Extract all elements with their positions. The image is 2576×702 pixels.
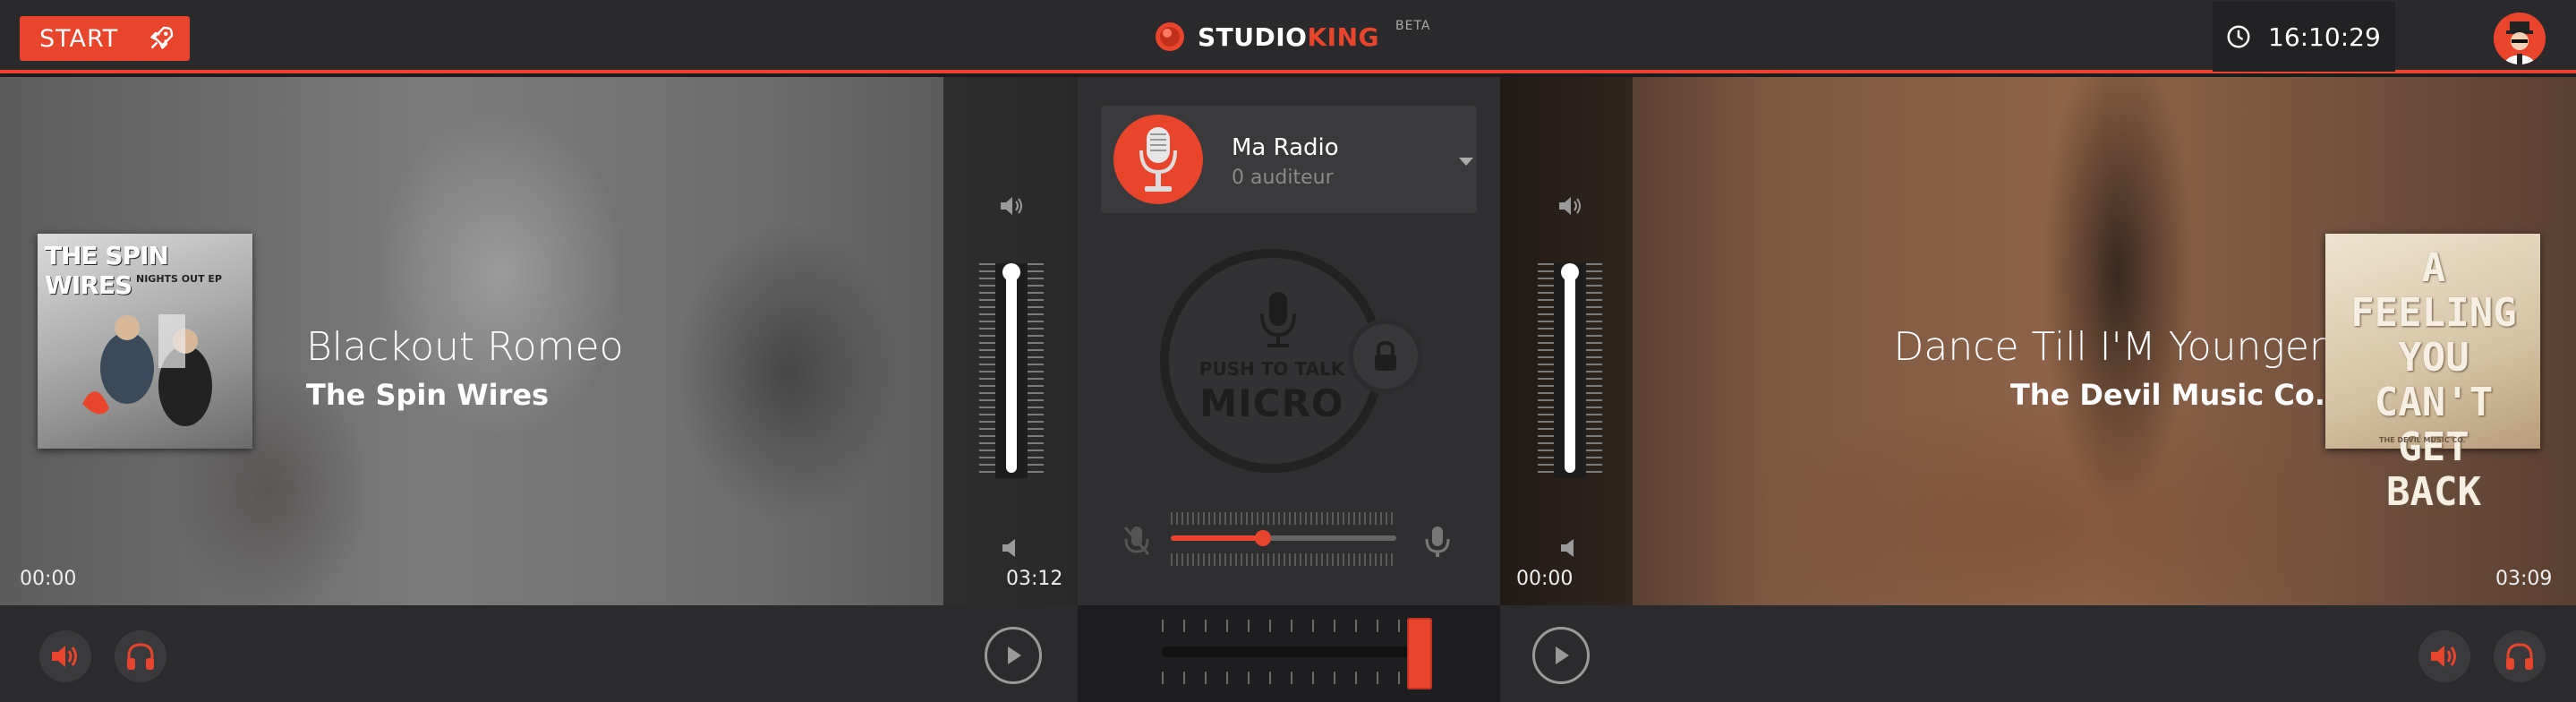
volume-high-icon [1559,197,1581,215]
center-panel: Ma Radio 0 auditeur PUSH TO TALK MICRO [1078,77,1500,702]
radio-mic-badge [1113,115,1203,204]
rocket-icon [150,26,174,49]
volume-low-icon [1002,539,1015,557]
play-icon [1008,646,1021,664]
deck-a: THE SPIN WIRES NIGHTS OUT EP Blackout Ro… [0,77,1078,605]
mic-volume-slider[interactable] [1119,507,1459,569]
crossfader-knob[interactable] [1407,618,1432,689]
deck-a-play-button[interactable] [985,627,1042,684]
speaker-icon [2431,646,2456,667]
deck-b: Dance Till I'M Younger The Devil Music C… [1500,77,2576,605]
deck-b-play-button[interactable] [1532,627,1590,684]
deck-a-artist: The Spin Wires [306,378,550,412]
ptt-micro-label: MICRO [1199,381,1344,425]
microphone-icon [1260,292,1296,347]
avatar-icon [2494,13,2546,64]
app-logo: STUDIOKING BETA [1153,19,1431,54]
deck-b-cover-subtitle: THE DEVIL MUSIC CO. [2379,436,2466,444]
beta-badge: BETA [1395,19,1431,33]
deck-a-controls [0,605,1078,702]
deck-b-volume-slider[interactable] [1534,193,1606,578]
deck-b-volume-knob[interactable] [1561,263,1579,281]
clock-time: 16:10:29 [2268,21,2381,52]
deck-a-cover-title: THE SPIN WIRES [45,241,169,300]
deck-b-controls [1500,605,2576,702]
deck-b-cover-title: A FEELING YOU CAN'T GET BACK [2350,245,2517,515]
deck-a-volume-knob[interactable] [1002,263,1020,281]
deck-a-speaker-button[interactable] [39,630,91,682]
crossfader[interactable] [1078,605,1500,702]
ptt-label: PUSH TO TALK [1198,358,1345,380]
caret-down-icon[interactable] [1459,158,1473,166]
volume-low-icon [1561,539,1574,557]
deck-a-duration: 03:12 [1006,568,1063,590]
deck-b-elapsed: 00:00 [1516,568,1574,590]
deck-b-headphones-button[interactable] [2494,630,2546,682]
logo-text-king: KING [1307,21,1379,52]
logo-text-studio: STUDIO [1198,21,1308,52]
deck-a-volume-slider[interactable] [976,193,1047,578]
lock-button[interactable] [1348,319,1423,394]
radio-listeners: 0 auditeur [1232,167,1334,189]
deck-a-headphones-button[interactable] [115,630,166,682]
deck-b-speaker-button[interactable] [2418,630,2470,682]
studio-microphone-icon [1139,127,1177,192]
speaker-icon [52,646,77,667]
cover-art-figures [82,314,212,426]
logo-disc-icon [1156,22,1184,51]
mic-muted-icon [1123,526,1150,555]
start-label: START [39,24,119,53]
radio-name: Ma Radio [1232,134,1339,161]
clock-icon [2227,25,2250,48]
deck-a-track-title: Blackout Romeo [306,324,624,370]
deck-a-elapsed: 00:00 [20,568,77,590]
mic-volume-knob[interactable] [1255,530,1271,546]
deck-b-artist: The Devil Music Co. [2009,378,2325,412]
start-button[interactable]: START [20,16,190,61]
deck-a-album-cover: THE SPIN WIRES NIGHTS OUT EP [38,234,252,449]
deck-a-cover-subtitle: NIGHTS OUT EP [136,273,222,285]
user-avatar[interactable] [2494,13,2546,64]
lock-icon [1375,340,1396,371]
deck-b-track-title: Dance Till I'M Younger [1893,324,2325,370]
mic-icon [1425,526,1450,557]
deck-b-album-cover: A FEELING YOU CAN'T GET BACK THE DEVIL M… [2325,234,2540,515]
deck-b-duration: 03:09 [2495,568,2553,590]
clock: 16:10:29 [2213,2,2395,72]
radio-selector[interactable]: Ma Radio 0 auditeur [1101,106,1477,213]
volume-high-icon [1001,197,1022,215]
play-icon [1556,646,1569,664]
top-bar: START STUDIOKING BETA 16:10:29 [0,0,2576,73]
headphones-icon [127,643,154,670]
headphones-icon [2506,643,2533,670]
